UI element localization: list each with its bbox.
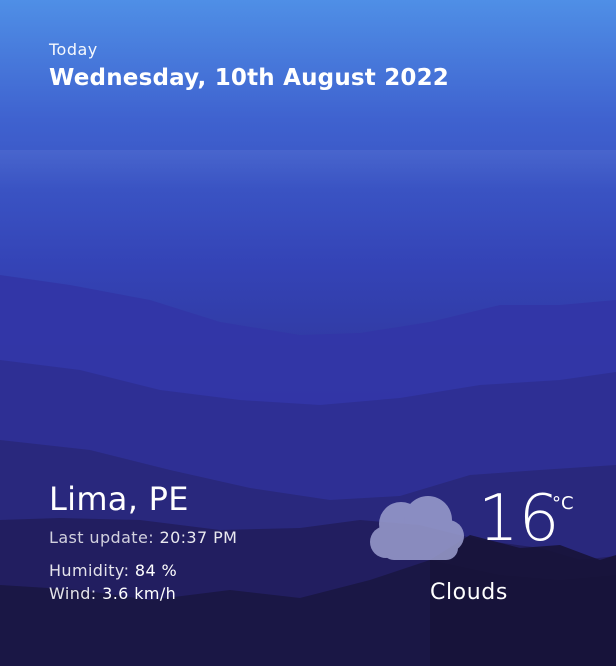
last-update-row: Last update: 20:37 PM <box>49 528 237 547</box>
date-header: Today Wednesday, 10th August 2022 <box>49 40 449 91</box>
wind-row: Wind: 3.6 km/h <box>49 584 237 603</box>
humidity-value: 84 % <box>134 561 178 580</box>
location-details: Lima, PE Last update: 20:37 PM Humidity:… <box>49 480 237 603</box>
temperature-panel: 16 °C Clouds <box>368 482 598 618</box>
weather-condition: Clouds <box>430 580 508 605</box>
city-name: Lima, PE <box>49 480 189 518</box>
today-label: Today <box>49 40 98 59</box>
last-update-time: 20:37 PM <box>159 528 238 547</box>
humidity-label: Humidity: <box>49 561 130 580</box>
last-update-label: Last update: <box>49 528 154 547</box>
weather-card: Today Wednesday, 10th August 2022 Lima, … <box>0 0 616 666</box>
temperature-unit: °C <box>552 493 574 514</box>
humidity-row: Humidity: 84 % <box>49 561 237 580</box>
wind-label: Wind: <box>49 584 97 603</box>
cloud-icon <box>370 496 464 560</box>
current-date: Wednesday, 10th August 2022 <box>49 65 450 91</box>
wind-value: 3.6 km/h <box>102 584 177 603</box>
temperature-value: 16 <box>478 482 560 556</box>
